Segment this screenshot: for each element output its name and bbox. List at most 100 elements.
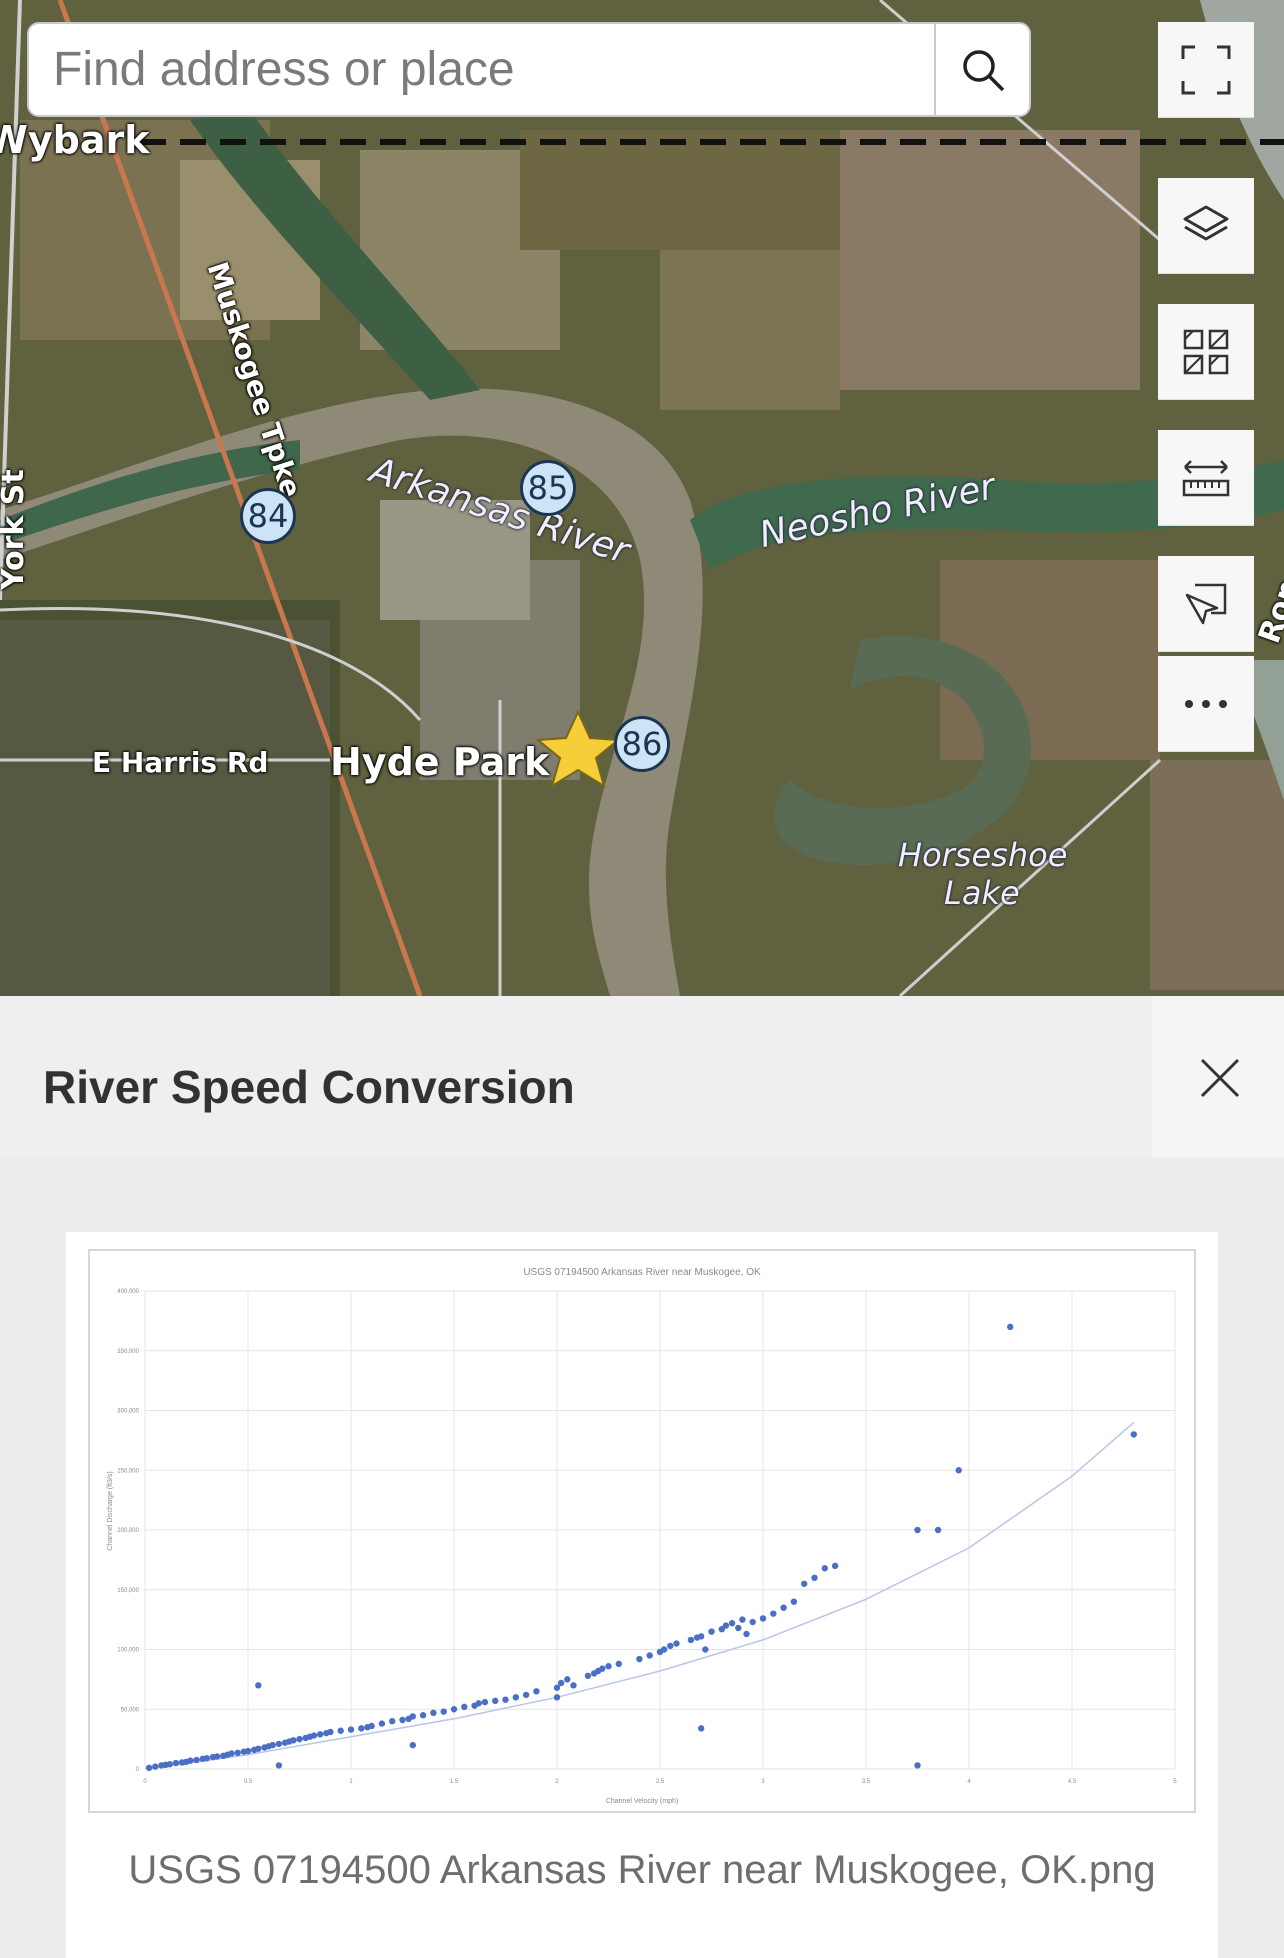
chart-point [570,1682,577,1689]
chart-point [914,1762,921,1769]
chart-point [708,1628,715,1635]
chart-point [687,1636,695,1644]
chart-x-axis-label: Channel Velocity (mph) [606,1798,678,1805]
chart-point [735,1624,742,1632]
map-label-york-st: York St [0,469,31,590]
chart-y-axis-label: Channel Discharge (ft3/s) [107,1471,114,1550]
chart-point [743,1630,750,1638]
chart-point [821,1565,828,1572]
chart-y-tick-label: 50,000 [121,1707,140,1713]
search-icon [962,49,1004,91]
chart-point [234,1749,241,1757]
chart-x-tick-label: 3.5 [862,1779,871,1785]
route-shield-84: 84 [240,488,296,544]
chart-point [228,1750,235,1757]
measure-button[interactable] [1158,430,1254,526]
chart-point [1007,1323,1014,1331]
search-input[interactable] [29,24,934,115]
chart-point [378,1720,386,1727]
map-label-lake: Lake [944,874,1020,912]
chart-point [419,1712,427,1719]
fullscreen-button[interactable] [1158,22,1254,118]
chart-x-tick-label: 4 [967,1779,971,1785]
chart-point [358,1725,365,1732]
chart-point [934,1526,942,1534]
chart-point [327,1728,334,1736]
chart-trendline [144,1421,1135,1770]
chart-point [584,1672,592,1679]
fullscreen-icon [1181,45,1231,94]
search-widget [27,22,1031,117]
chart-point [193,1756,200,1764]
chart-point [512,1694,519,1701]
chart-point [759,1615,767,1622]
layers-icon [1183,205,1229,240]
route-shield-86: 86 [614,716,670,772]
chart-point [801,1580,808,1587]
chart-point [914,1526,921,1534]
layers-button[interactable] [1158,178,1254,274]
chart-point [244,1747,252,1755]
chart-point [172,1759,180,1767]
measure-icon [1182,459,1230,496]
chart-x-tick-label: 5 [1173,1779,1177,1785]
search-button[interactable] [934,24,1029,115]
chart-y-tick-label: 150,000 [117,1588,139,1594]
satellite-imagery [0,0,1284,996]
chart-point [275,1762,283,1769]
map-label-e-harris-rd: E Harris Rd [92,746,269,779]
select-icon [1185,583,1227,624]
close-button[interactable] [1192,1050,1248,1106]
chart-point [492,1697,499,1705]
chart-image[interactable]: USGS 07194500 Arkansas River near Muskog… [88,1249,1196,1813]
chart-point [440,1708,447,1715]
basemap-gallery-icon [1183,329,1229,374]
map-label-wybark: Wybark [0,118,150,162]
chart-point [337,1727,344,1734]
chart-point [255,1745,262,1752]
chart-point [409,1713,416,1720]
chart-point [646,1652,653,1659]
chart-y-tick-label: 200,000 [117,1528,139,1534]
chart-point [255,1682,262,1689]
close-icon [1200,1058,1240,1098]
chart-x-tick-label: 1.5 [450,1779,459,1785]
chart-point [450,1706,458,1713]
chart-point [728,1620,736,1627]
chart-point [780,1604,787,1611]
route-shield-85: 85 [520,460,576,516]
chart-point [481,1698,489,1706]
chart-point [955,1467,962,1474]
chart-point [522,1691,530,1699]
chart-point [722,1622,730,1629]
chart-point [770,1610,777,1617]
more-button[interactable] [1158,656,1254,752]
chart-point [1130,1431,1138,1438]
chart-point [605,1663,612,1670]
chart-point [310,1732,318,1739]
chart-point [553,1694,561,1701]
basemap-gallery-button[interactable] [1158,304,1254,400]
select-button[interactable] [1158,556,1254,652]
chart-x-tick-label: 0 [143,1779,147,1785]
chart-point [831,1562,839,1570]
chart-point [739,1616,746,1623]
chart-point [316,1731,324,1738]
chart-point [667,1642,674,1650]
chart-point [811,1574,818,1581]
map-label-horseshoe: Horseshoe [898,836,1068,874]
map-view[interactable]: Wybark Muskogee Tpke Arkansas River Neos… [0,0,1284,996]
chart-y-tick-label: 100,000 [117,1648,139,1654]
chart-x-tick-label: 3 [761,1779,765,1785]
chart-point [533,1688,540,1695]
chart-point [409,1741,416,1749]
chart-y-tick-label: 0 [136,1767,140,1773]
chart-x-tick-label: 2 [555,1779,559,1785]
scatter-chart: USGS 07194500 Arkansas River near Muskog… [107,1267,1177,1805]
chart-point [368,1722,375,1730]
chart-title: USGS 07194500 Arkansas River near Muskog… [523,1267,761,1278]
chart-point [296,1735,303,1743]
chart-point [290,1737,297,1744]
image-caption: USGS 07194500 Arkansas River near Muskog… [128,1848,1156,1892]
chart-point [702,1646,709,1653]
